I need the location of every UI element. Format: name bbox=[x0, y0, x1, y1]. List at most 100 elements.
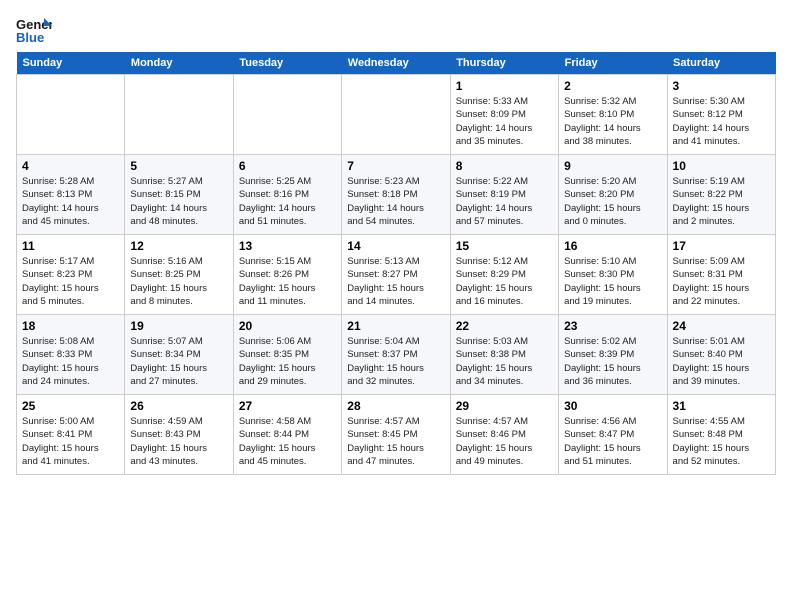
cell-content: Sunrise: 5:30 AMSunset: 8:12 PMDaylight:… bbox=[673, 95, 770, 148]
cell-content: Sunrise: 5:01 AMSunset: 8:40 PMDaylight:… bbox=[673, 335, 770, 388]
day-number: 15 bbox=[456, 239, 553, 253]
calendar-table: SundayMondayTuesdayWednesdayThursdayFrid… bbox=[16, 52, 776, 475]
logo: General Blue bbox=[16, 16, 52, 46]
calendar-cell: 6 Sunrise: 5:25 AMSunset: 8:16 PMDaylight… bbox=[233, 155, 341, 235]
day-number: 6 bbox=[239, 159, 336, 173]
cell-content: Sunrise: 5:19 AMSunset: 8:22 PMDaylight:… bbox=[673, 175, 770, 228]
cell-content: Sunrise: 5:25 AMSunset: 8:16 PMDaylight:… bbox=[239, 175, 336, 228]
cell-content: Sunrise: 5:02 AMSunset: 8:39 PMDaylight:… bbox=[564, 335, 661, 388]
calendar-cell: 10 Sunrise: 5:19 AMSunset: 8:22 PMDayligh… bbox=[667, 155, 775, 235]
cell-content: Sunrise: 5:27 AMSunset: 8:15 PMDaylight:… bbox=[130, 175, 227, 228]
cell-content: Sunrise: 5:07 AMSunset: 8:34 PMDaylight:… bbox=[130, 335, 227, 388]
cell-content: Sunrise: 5:04 AMSunset: 8:37 PMDaylight:… bbox=[347, 335, 444, 388]
cell-content: Sunrise: 4:57 AMSunset: 8:46 PMDaylight:… bbox=[456, 415, 553, 468]
week-row: 1Sunrise: 5:33 AMSunset: 8:09 PMDaylight… bbox=[17, 75, 776, 155]
calendar-cell: 22Sunrise: 5:03 AMSunset: 8:38 PMDayligh… bbox=[450, 315, 558, 395]
cell-content: Sunrise: 4:59 AMSunset: 8:43 PMDaylight:… bbox=[130, 415, 227, 468]
cell-content: Sunrise: 5:00 AMSunset: 8:41 PMDaylight:… bbox=[22, 415, 119, 468]
day-number: 7 bbox=[347, 159, 444, 173]
cell-content: Sunrise: 5:08 AMSunset: 8:33 PMDaylight:… bbox=[22, 335, 119, 388]
day-number: 20 bbox=[239, 319, 336, 333]
column-header-sunday: Sunday bbox=[17, 52, 125, 75]
day-number: 31 bbox=[673, 399, 770, 413]
cell-content: Sunrise: 5:28 AMSunset: 8:13 PMDaylight:… bbox=[22, 175, 119, 228]
day-number: 9 bbox=[564, 159, 661, 173]
calendar-cell: 23 Sunrise: 5:02 AMSunset: 8:39 PMDayligh… bbox=[559, 315, 667, 395]
calendar-cell: 8 Sunrise: 5:22 AMSunset: 8:19 PMDaylight… bbox=[450, 155, 558, 235]
day-number: 14 bbox=[347, 239, 444, 253]
calendar-cell: 13 Sunrise: 5:15 AMSunset: 8:26 PMDayligh… bbox=[233, 235, 341, 315]
calendar-cell: 12 Sunrise: 5:16 AMSunset: 8:25 PMDayligh… bbox=[125, 235, 233, 315]
day-number: 4 bbox=[22, 159, 119, 173]
calendar-cell: 11 Sunrise: 5:17 AMSunset: 8:23 PMDayligh… bbox=[17, 235, 125, 315]
cell-content: Sunrise: 5:15 AMSunset: 8:26 PMDaylight:… bbox=[239, 255, 336, 308]
cell-content: Sunrise: 5:06 AMSunset: 8:35 PMDaylight:… bbox=[239, 335, 336, 388]
calendar-cell: 2 Sunrise: 5:32 AMSunset: 8:10 PMDaylight… bbox=[559, 75, 667, 155]
cell-content: Sunrise: 5:17 AMSunset: 8:23 PMDaylight:… bbox=[22, 255, 119, 308]
cell-content: Sunrise: 5:10 AMSunset: 8:30 PMDaylight:… bbox=[564, 255, 661, 308]
day-number: 13 bbox=[239, 239, 336, 253]
day-number: 10 bbox=[673, 159, 770, 173]
cell-content: Sunrise: 5:20 AMSunset: 8:20 PMDaylight:… bbox=[564, 175, 661, 228]
cell-content: Sunrise: 5:16 AMSunset: 8:25 PMDaylight:… bbox=[130, 255, 227, 308]
day-number: 3 bbox=[673, 79, 770, 93]
calendar-cell bbox=[342, 75, 450, 155]
calendar-cell: 16 Sunrise: 5:10 AMSunset: 8:30 PMDayligh… bbox=[559, 235, 667, 315]
logo-icon: General Blue bbox=[16, 16, 52, 46]
calendar-cell bbox=[17, 75, 125, 155]
cell-content: Sunrise: 5:32 AMSunset: 8:10 PMDaylight:… bbox=[564, 95, 661, 148]
day-number: 2 bbox=[564, 79, 661, 93]
column-header-wednesday: Wednesday bbox=[342, 52, 450, 75]
column-header-tuesday: Tuesday bbox=[233, 52, 341, 75]
day-number: 8 bbox=[456, 159, 553, 173]
svg-text:Blue: Blue bbox=[16, 30, 44, 45]
day-number: 28 bbox=[347, 399, 444, 413]
calendar-cell: 20 Sunrise: 5:06 AMSunset: 8:35 PMDayligh… bbox=[233, 315, 341, 395]
calendar-cell: 15 Sunrise: 5:12 AMSunset: 8:29 PMDayligh… bbox=[450, 235, 558, 315]
calendar-cell: 29 Sunrise: 4:57 AMSunset: 8:46 PMDayligh… bbox=[450, 395, 558, 475]
calendar-cell: 27 Sunrise: 4:58 AMSunset: 8:44 PMDayligh… bbox=[233, 395, 341, 475]
day-number: 21 bbox=[347, 319, 444, 333]
cell-content: Sunrise: 5:03 AMSunset: 8:38 PMDaylight:… bbox=[456, 335, 553, 388]
column-header-friday: Friday bbox=[559, 52, 667, 75]
cell-content: Sunrise: 4:55 AMSunset: 8:48 PMDaylight:… bbox=[673, 415, 770, 468]
day-number: 18 bbox=[22, 319, 119, 333]
calendar-cell bbox=[125, 75, 233, 155]
calendar-cell: 14 Sunrise: 5:13 AMSunset: 8:27 PMDayligh… bbox=[342, 235, 450, 315]
cell-content: Sunrise: 5:13 AMSunset: 8:27 PMDaylight:… bbox=[347, 255, 444, 308]
day-number: 25 bbox=[22, 399, 119, 413]
calendar-cell: 24 Sunrise: 5:01 AMSunset: 8:40 PMDayligh… bbox=[667, 315, 775, 395]
cell-content: Sunrise: 5:09 AMSunset: 8:31 PMDaylight:… bbox=[673, 255, 770, 308]
day-number: 11 bbox=[22, 239, 119, 253]
day-number: 12 bbox=[130, 239, 227, 253]
day-number: 26 bbox=[130, 399, 227, 413]
calendar-cell: 25 Sunrise: 5:00 AMSunset: 8:41 PMDayligh… bbox=[17, 395, 125, 475]
calendar-cell: 26 Sunrise: 4:59 AMSunset: 8:43 PMDayligh… bbox=[125, 395, 233, 475]
page-header: General Blue bbox=[16, 16, 776, 46]
day-number: 30 bbox=[564, 399, 661, 413]
week-row: 11 Sunrise: 5:17 AMSunset: 8:23 PMDayligh… bbox=[17, 235, 776, 315]
cell-content: Sunrise: 5:12 AMSunset: 8:29 PMDaylight:… bbox=[456, 255, 553, 308]
calendar-cell: 4 Sunrise: 5:28 AMSunset: 8:13 PMDaylight… bbox=[17, 155, 125, 235]
calendar-cell: 9 Sunrise: 5:20 AMSunset: 8:20 PMDaylight… bbox=[559, 155, 667, 235]
calendar-cell: 18 Sunrise: 5:08 AMSunset: 8:33 PMDayligh… bbox=[17, 315, 125, 395]
week-row: 25 Sunrise: 5:00 AMSunset: 8:41 PMDayligh… bbox=[17, 395, 776, 475]
calendar-cell: 21 Sunrise: 5:04 AMSunset: 8:37 PMDayligh… bbox=[342, 315, 450, 395]
calendar-cell: 30Sunrise: 4:56 AMSunset: 8:47 PMDayligh… bbox=[559, 395, 667, 475]
day-number: 16 bbox=[564, 239, 661, 253]
column-header-monday: Monday bbox=[125, 52, 233, 75]
calendar-cell: 31 Sunrise: 4:55 AMSunset: 8:48 PMDayligh… bbox=[667, 395, 775, 475]
day-number: 19 bbox=[130, 319, 227, 333]
day-number: 24 bbox=[673, 319, 770, 333]
day-number: 5 bbox=[130, 159, 227, 173]
cell-content: Sunrise: 5:33 AMSunset: 8:09 PMDaylight:… bbox=[456, 95, 553, 148]
cell-content: Sunrise: 4:57 AMSunset: 8:45 PMDaylight:… bbox=[347, 415, 444, 468]
calendar-cell: 28 Sunrise: 4:57 AMSunset: 8:45 PMDayligh… bbox=[342, 395, 450, 475]
calendar-cell: 7 Sunrise: 5:23 AMSunset: 8:18 PMDaylight… bbox=[342, 155, 450, 235]
cell-content: Sunrise: 5:23 AMSunset: 8:18 PMDaylight:… bbox=[347, 175, 444, 228]
day-number: 29 bbox=[456, 399, 553, 413]
cell-content: Sunrise: 4:58 AMSunset: 8:44 PMDaylight:… bbox=[239, 415, 336, 468]
cell-content: Sunrise: 5:22 AMSunset: 8:19 PMDaylight:… bbox=[456, 175, 553, 228]
day-number: 27 bbox=[239, 399, 336, 413]
day-number: 23 bbox=[564, 319, 661, 333]
